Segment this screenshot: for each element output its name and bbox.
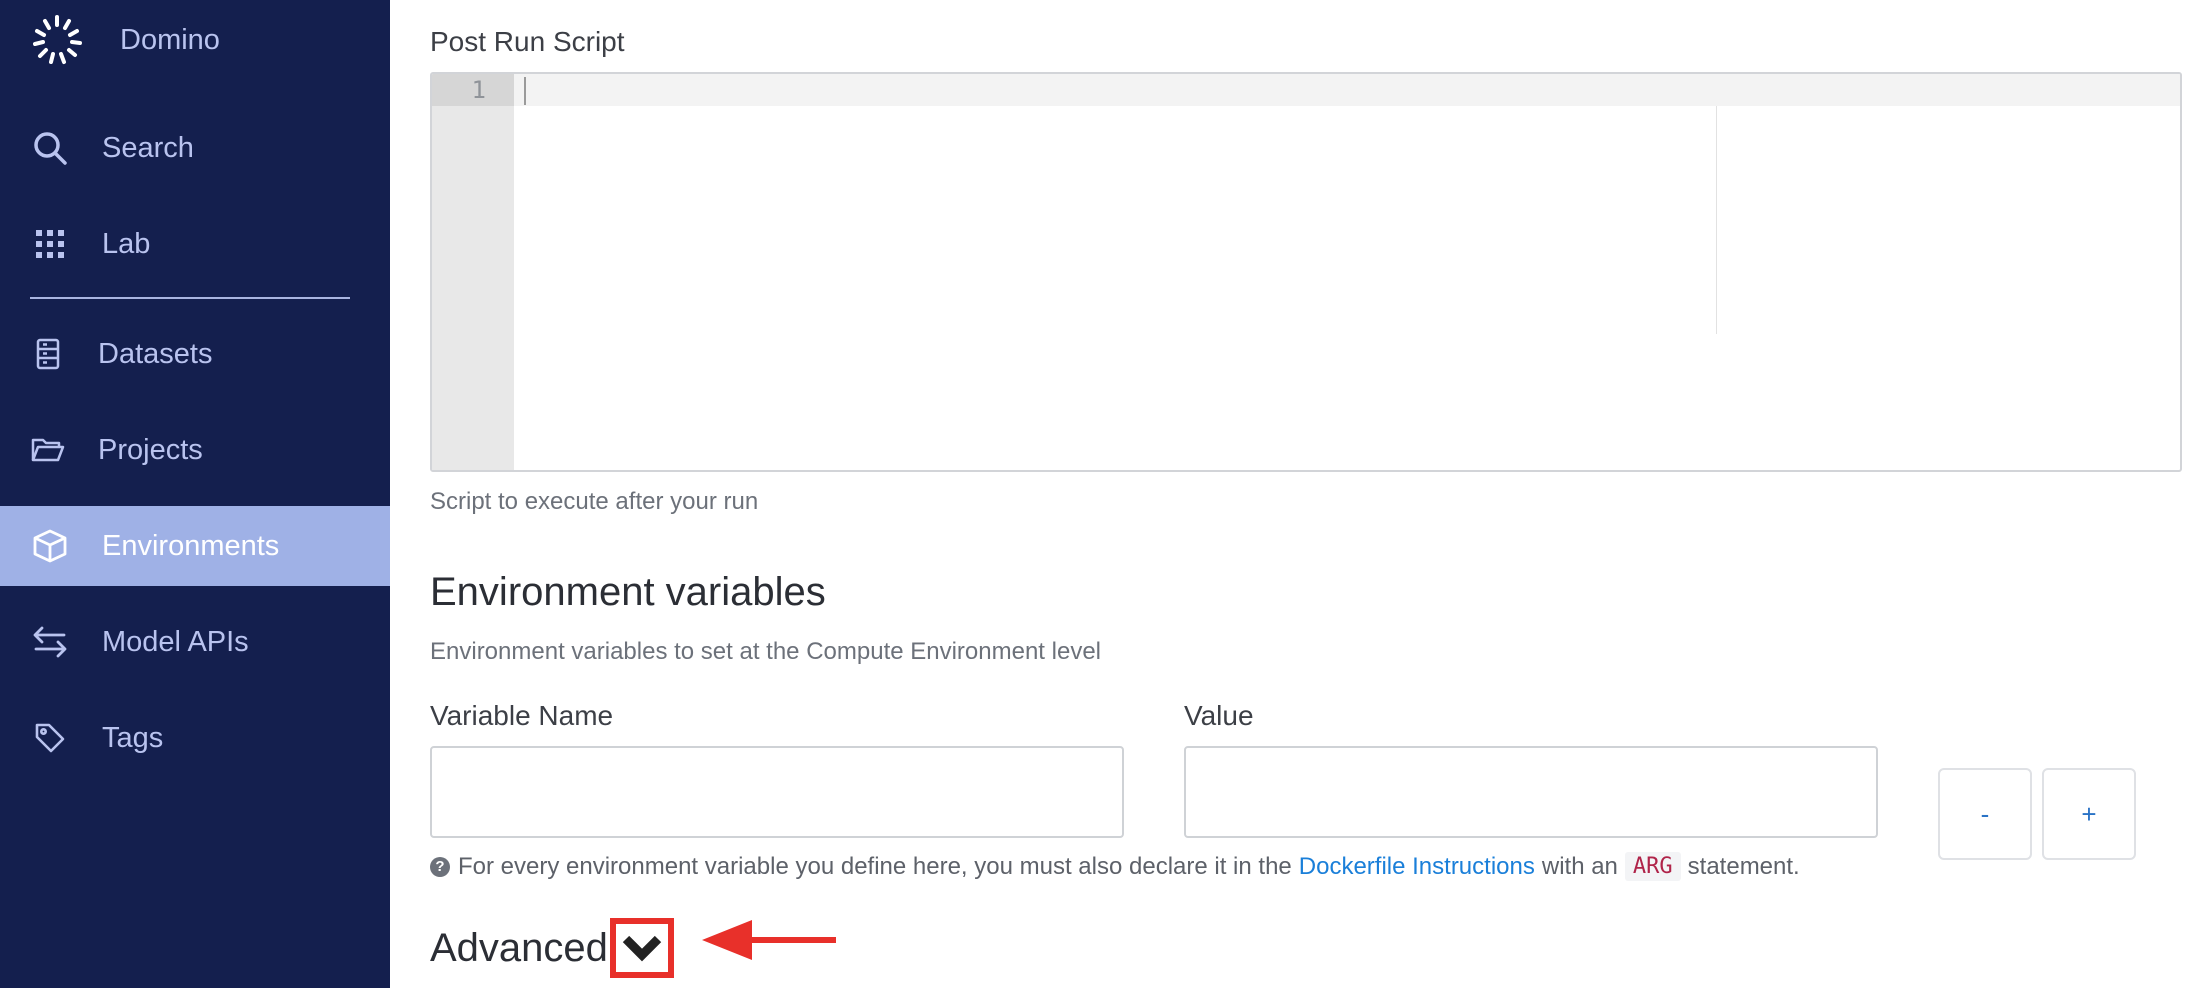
editor-active-line xyxy=(514,74,2180,106)
env-vars-subtitle: Environment variables to set at the Comp… xyxy=(430,638,1102,665)
advanced-toggle-button[interactable] xyxy=(609,918,674,978)
variable-value-input[interactable] xyxy=(1184,746,1878,838)
editor-gutter xyxy=(432,74,514,470)
grid-icon xyxy=(30,224,70,264)
note-text-before: For every environment variable you defin… xyxy=(458,852,1292,880)
arg-code: ARG xyxy=(1624,852,1681,881)
dataset-icon xyxy=(28,334,68,374)
domino-logo-icon xyxy=(30,13,84,67)
editor-cursor xyxy=(524,77,526,105)
sidebar-item-label: Model APIs xyxy=(102,625,249,658)
sidebar-item-lab[interactable]: Lab xyxy=(0,204,390,284)
editor-line-number: 1 xyxy=(432,74,514,106)
note-text-after: statement. xyxy=(1687,852,1800,880)
sidebar: Domino Search Lab Datasets Projects Envi… xyxy=(0,0,390,988)
sidebar-item-label: Projects xyxy=(98,433,203,466)
note-text-middle: with an xyxy=(1541,852,1618,880)
sidebar-item-search[interactable]: Search xyxy=(0,108,390,188)
env-vars-note: ? For every environment variable you def… xyxy=(430,852,1800,881)
sidebar-divider xyxy=(30,297,350,299)
search-icon xyxy=(30,128,70,168)
variable-name-label: Variable Name xyxy=(430,700,614,731)
brand-label: Domino xyxy=(120,23,220,56)
cube-icon xyxy=(30,526,70,566)
sidebar-item-projects[interactable]: Projects xyxy=(0,410,390,490)
advanced-section: Advanced xyxy=(430,918,674,978)
editor-print-margin xyxy=(1716,106,1717,334)
sidebar-item-model-apis[interactable]: Model APIs xyxy=(0,602,390,682)
folder-icon xyxy=(28,430,68,470)
variable-value-label: Value xyxy=(1184,700,1254,731)
sidebar-item-datasets[interactable]: Datasets xyxy=(0,314,390,394)
post-run-script-help: Script to execute after your run xyxy=(430,488,759,515)
advanced-heading: Advanced xyxy=(430,925,608,970)
question-circle-icon: ? xyxy=(430,856,450,877)
post-run-script-editor[interactable]: 1 xyxy=(430,72,2182,472)
sidebar-item-environments[interactable]: Environments xyxy=(0,506,390,586)
chevron-down-icon xyxy=(622,935,662,962)
sidebar-item-label: Environments xyxy=(102,529,280,562)
add-variable-button[interactable]: + xyxy=(2042,768,2136,860)
main-content: Post Run Script 1 Script to execute afte… xyxy=(390,0,2212,988)
env-vars-heading: Environment variables xyxy=(430,570,826,614)
swap-arrows-icon xyxy=(30,622,70,662)
sidebar-item-label: Datasets xyxy=(98,337,213,370)
annotation-arrow-icon xyxy=(702,920,836,960)
sidebar-item-label: Lab xyxy=(102,227,151,260)
remove-variable-button[interactable]: - xyxy=(1938,768,2032,860)
sidebar-item-label: Tags xyxy=(102,721,164,754)
sidebar-item-label: Search xyxy=(102,131,194,164)
dockerfile-instructions-link[interactable]: Dockerfile Instructions xyxy=(1299,853,1535,881)
post-run-script-label: Post Run Script xyxy=(430,26,625,57)
sidebar-item-tags[interactable]: Tags xyxy=(0,698,390,778)
tag-icon xyxy=(30,718,70,758)
sidebar-brand[interactable]: Domino xyxy=(0,0,390,80)
variable-name-input[interactable] xyxy=(430,746,1124,838)
